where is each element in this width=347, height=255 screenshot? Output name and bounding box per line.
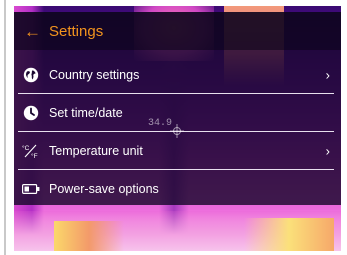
- temperature-unit-icon: °C °F: [22, 142, 40, 160]
- battery-icon: [22, 180, 40, 198]
- crosshair-icon: [170, 124, 184, 138]
- back-arrow-icon[interactable]: ←: [24, 23, 41, 40]
- menu-item-label: Country settings: [49, 67, 140, 82]
- thermal-region: [244, 218, 334, 251]
- settings-header: ← Settings: [14, 12, 341, 50]
- chevron-right-icon: ›: [325, 143, 330, 158]
- settings-menu-panel: ← Settings Country settings › Set time/d…: [14, 12, 341, 205]
- globe-icon: [22, 66, 40, 84]
- menu-item-label: Set time/date: [49, 105, 123, 120]
- chevron-right-icon: ›: [325, 67, 330, 82]
- menu-item-label: Temperature unit: [49, 143, 143, 158]
- divider: [4, 0, 6, 255]
- page-title: Settings: [49, 22, 104, 40]
- measurement-readout: 34.9: [148, 118, 173, 129]
- svg-text:°C: °C: [22, 144, 30, 152]
- svg-text:°F: °F: [31, 152, 38, 159]
- menu-item-country-settings[interactable]: Country settings ›: [18, 56, 334, 94]
- screen: ← Settings Country settings › Set time/d…: [0, 0, 347, 255]
- menu-item-power-save-options[interactable]: Power-save options: [18, 170, 334, 207]
- menu-item-label: Power-save options: [49, 181, 159, 196]
- thermal-region: [54, 221, 124, 251]
- clock-icon: [22, 104, 40, 122]
